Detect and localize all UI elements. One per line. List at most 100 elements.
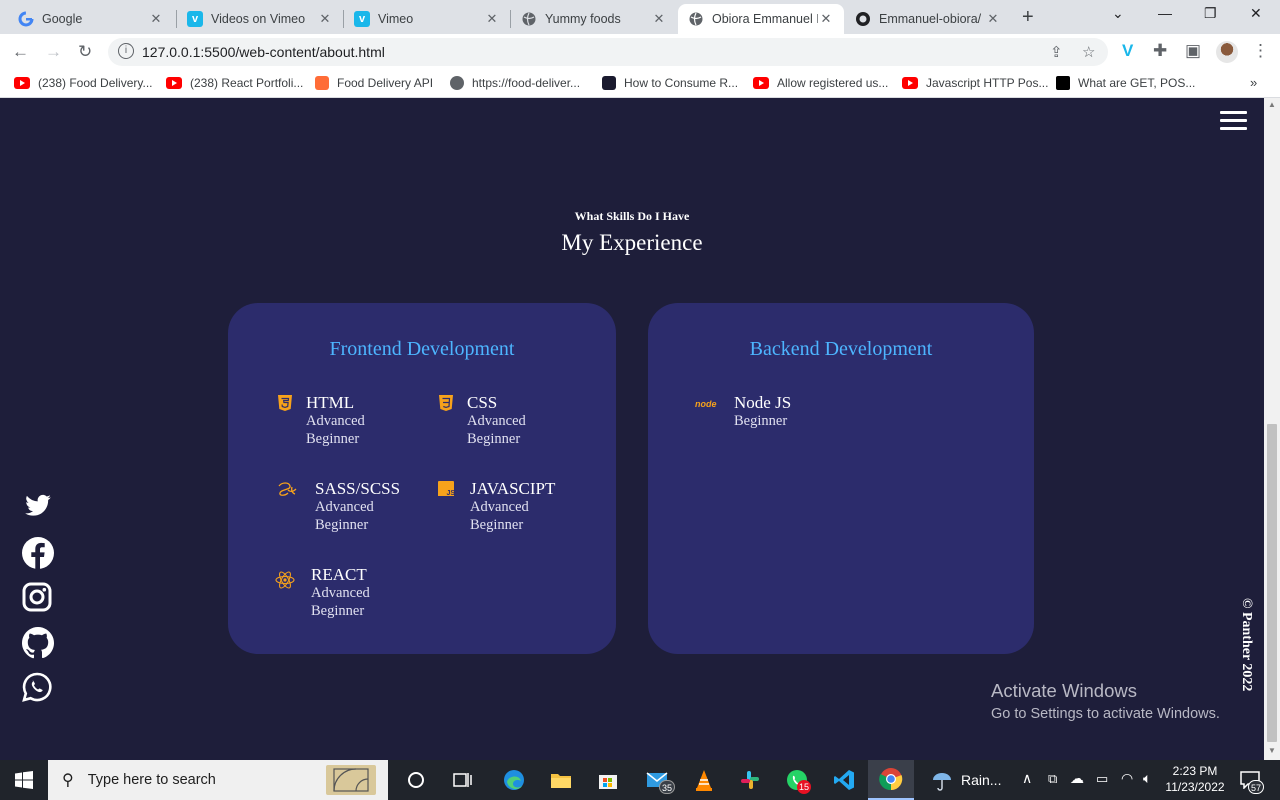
- tab-obiora-emmanuel[interactable]: Obiora Emmanuel I ✕: [678, 4, 844, 34]
- notification-badge: 57: [1248, 780, 1265, 794]
- skill-name: CSS: [467, 393, 498, 412]
- extensions-puzzle-icon[interactable]: ✚: [1153, 41, 1167, 61]
- bookmark-item[interactable]: How to Consume R...: [602, 76, 738, 90]
- windows-start-icon[interactable]: [12, 768, 36, 792]
- site-info-icon[interactable]: i: [118, 43, 134, 59]
- restore-icon[interactable]: ❐: [1204, 5, 1217, 22]
- bookmark-star-icon[interactable]: ☆: [1082, 43, 1095, 61]
- vimeo-extension-icon[interactable]: V: [1122, 41, 1133, 61]
- svg-text:node: node: [695, 399, 717, 409]
- scrollbar-thumb[interactable]: [1267, 424, 1277, 742]
- tab-title: Videos on Vimeo: [211, 12, 306, 26]
- tab-title: Yummy foods: [545, 12, 621, 26]
- tab-vimeo[interactable]: v Vimeo ✕: [344, 4, 510, 34]
- new-tab-icon[interactable]: +: [1022, 6, 1034, 29]
- vscode-icon[interactable]: [832, 768, 856, 792]
- microsoft-store-icon[interactable]: [596, 768, 620, 792]
- forward-icon[interactable]: →: [45, 42, 62, 62]
- share-icon[interactable]: ⇪: [1050, 43, 1063, 61]
- mail-icon[interactable]: 35: [645, 768, 676, 794]
- volume-icon[interactable]: 🔈︎: [1143, 770, 1151, 787]
- edge-icon[interactable]: [502, 768, 526, 792]
- close-tab-icon[interactable]: ✕: [985, 11, 1001, 27]
- backend-card: Backend Development node Node JS Beginne…: [648, 303, 1034, 654]
- minimize-icon[interactable]: —: [1158, 5, 1172, 21]
- file-explorer-icon[interactable]: [549, 768, 573, 792]
- activate-windows-watermark: Activate Windows Go to Settings to activ…: [991, 680, 1220, 722]
- youtube-icon: [902, 77, 918, 89]
- bookmark-item[interactable]: (238) Food Delivery...: [14, 76, 153, 90]
- weather-text[interactable]: Rain...: [961, 772, 1001, 788]
- cortana-icon[interactable]: [404, 768, 428, 792]
- vlc-icon[interactable]: [692, 768, 716, 792]
- skill-html: HTML Advanced Beginner: [275, 393, 382, 448]
- skill-react: REACT Advanced Beginner: [275, 565, 387, 620]
- close-tab-icon[interactable]: ✕: [651, 11, 667, 27]
- twitter-icon[interactable]: [22, 492, 56, 526]
- taskbar-search-input[interactable]: ⚲ Type here to search: [48, 760, 388, 800]
- browser-tab-bar: Google ✕ v Videos on Vimeo ✕ v Vimeo ✕ Y…: [0, 0, 1280, 34]
- tab-github[interactable]: Emmanuel-obiora/ ✕: [845, 4, 1011, 34]
- close-window-icon[interactable]: ✕: [1250, 5, 1262, 22]
- battery-icon[interactable]: ▭: [1096, 771, 1108, 787]
- more-bookmarks-icon[interactable]: »: [1250, 75, 1257, 90]
- task-view-icon[interactable]: [451, 768, 475, 792]
- tab-google[interactable]: Google ✕: [8, 4, 174, 34]
- tab-yummy-foods[interactable]: Yummy foods ✕: [511, 4, 677, 34]
- reload-icon[interactable]: ↻: [78, 42, 92, 62]
- youtube-icon: [166, 77, 182, 89]
- tab-search-icon[interactable]: ⌄: [1112, 5, 1124, 22]
- back-icon[interactable]: ←: [12, 42, 29, 62]
- bookmark-item[interactable]: What are GET, POS...: [1056, 76, 1195, 90]
- skill-name: HTML: [306, 393, 355, 412]
- dev-icon: [602, 76, 616, 90]
- close-tab-icon[interactable]: ✕: [484, 11, 500, 27]
- close-tab-icon[interactable]: ✕: [148, 11, 164, 27]
- skill-nodejs: node Node JS Beginner: [695, 393, 810, 430]
- whatsapp-desktop-icon[interactable]: 15: [785, 768, 812, 794]
- clock[interactable]: 2:23 PM 11/23/2022: [1164, 763, 1226, 795]
- wifi-icon[interactable]: ◠: [1121, 770, 1133, 787]
- activate-title: Activate Windows: [991, 680, 1137, 701]
- bookmark-item[interactable]: Javascript HTTP Pos...: [902, 76, 1048, 90]
- bookmark-item[interactable]: Allow registered us...: [753, 76, 888, 90]
- slack-icon[interactable]: [738, 768, 762, 792]
- google-icon: [18, 11, 34, 27]
- skill-sass: SASS/SCSS Advanced Beginner: [275, 479, 400, 534]
- weather-icon[interactable]: [930, 768, 954, 792]
- tab-title: Google: [42, 12, 83, 26]
- meet-now-icon[interactable]: ⧉: [1048, 771, 1057, 787]
- bookmark-item[interactable]: https://food-deliver...: [450, 76, 580, 90]
- bookmark-item[interactable]: (238) React Portfoli...: [166, 76, 303, 90]
- medium-icon: [1056, 76, 1070, 90]
- frontend-card: Frontend Development HTML Advanced Begin…: [228, 303, 616, 654]
- hamburger-menu-icon[interactable]: [1220, 111, 1247, 131]
- browser-toolbar: ← → ↻ i 127.0.0.1:5500/web-content/about…: [0, 34, 1280, 70]
- svg-text:JS: JS: [447, 490, 455, 496]
- page-scrollbar[interactable]: ▲ ▼: [1264, 98, 1280, 760]
- github-icon[interactable]: [22, 627, 56, 661]
- close-tab-icon[interactable]: ✕: [818, 11, 834, 27]
- scroll-down-icon[interactable]: ▼: [1268, 746, 1276, 755]
- address-url[interactable]: 127.0.0.1:5500/web-content/about.html: [142, 44, 385, 60]
- menu-kebab-icon[interactable]: ⋮: [1252, 41, 1269, 61]
- close-tab-icon[interactable]: ✕: [317, 11, 333, 27]
- address-bar[interactable]: i 127.0.0.1:5500/web-content/about.html …: [108, 38, 1108, 66]
- copyright-text: © Panther 2022: [1236, 598, 1256, 708]
- bookmark-item[interactable]: Food Delivery API: [315, 76, 433, 90]
- show-hidden-icons-icon[interactable]: ∧: [1022, 770, 1032, 787]
- profile-avatar[interactable]: [1216, 41, 1238, 63]
- facebook-icon[interactable]: [22, 537, 56, 571]
- onedrive-icon[interactable]: ☁: [1070, 770, 1084, 787]
- tab-videos-on-vimeo[interactable]: v Videos on Vimeo ✕: [177, 4, 343, 34]
- notification-center-icon[interactable]: 57: [1238, 768, 1265, 794]
- whatsapp-icon[interactable]: [22, 672, 56, 706]
- tab-title: Obiora Emmanuel I: [712, 12, 818, 26]
- scroll-up-icon[interactable]: ▲: [1268, 100, 1276, 109]
- tab-title: Vimeo: [378, 12, 414, 26]
- side-panel-icon[interactable]: ▣: [1185, 41, 1201, 61]
- chrome-taskbar-icon[interactable]: [868, 760, 914, 800]
- javascript-icon: JS: [436, 480, 456, 500]
- instagram-icon[interactable]: [22, 582, 56, 616]
- youtube-icon: [14, 77, 30, 89]
